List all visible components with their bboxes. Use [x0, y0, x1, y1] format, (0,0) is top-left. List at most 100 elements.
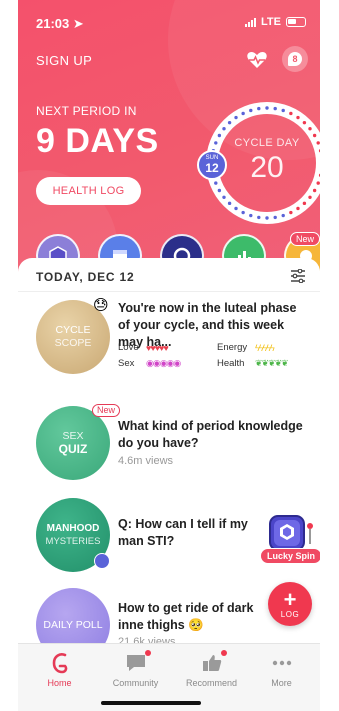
- cycle-day-dot: [312, 188, 317, 193]
- cycle-day-dot: [308, 195, 312, 199]
- thumbnail-text: DAILY POLL: [43, 618, 103, 631]
- daily-poll-thumbnail: DAILY POLL: [36, 588, 110, 648]
- cycle-day-dot: [257, 215, 261, 220]
- leaf-rating-icon: ❦❦❦❦❦: [255, 358, 289, 368]
- tab-home[interactable]: Home: [22, 652, 97, 696]
- cycle-day-dot: [302, 201, 307, 206]
- cycle-day-dot: [265, 216, 269, 220]
- cycle-day-dot: [312, 133, 317, 138]
- cycle-day-dot: [308, 127, 312, 131]
- cycle-day-dot: [214, 141, 218, 145]
- cycle-day-dot: [241, 111, 245, 116]
- app-screen: 21:03 ➤ LTE SIGN UP 8 NEXT PERIOD IN 9 D…: [18, 0, 320, 711]
- lucky-spin-label[interactable]: Lucky Spin: [259, 548, 320, 564]
- network-type: LTE: [261, 16, 281, 28]
- metric-label: Sex: [118, 358, 135, 369]
- cycle-day-dot: [265, 106, 269, 110]
- thumbnail-text: QUIZ: [58, 442, 88, 456]
- cycle-day-dot: [316, 181, 320, 185]
- cycle-day-dot: [227, 120, 232, 125]
- cycle-day-dot: [296, 206, 300, 211]
- signal-icon: [245, 17, 257, 27]
- cycle-day-dot: [222, 195, 226, 199]
- heart-rating-icon: ♥♥♥♥♥: [146, 342, 169, 353]
- cycle-day-dot: [273, 106, 277, 111]
- tab-label: Recommend: [185, 678, 238, 688]
- cycle-day-dot: [289, 210, 293, 215]
- cycle-header: 21:03 ➤ LTE SIGN UP 8 NEXT PERIOD IN 9 D…: [18, 0, 320, 290]
- messages-count: 8: [288, 52, 302, 66]
- tab-label: More: [271, 678, 292, 688]
- card-title: Q: How can I tell if my man STI?: [118, 517, 248, 548]
- cycle-day-dot: [296, 115, 300, 120]
- lightning-rating-icon: ϟϟϟϟϟ: [255, 342, 275, 353]
- new-badge: New: [92, 404, 121, 417]
- filter-settings-icon[interactable]: [290, 269, 306, 283]
- card-title: How to get ride of dark inne thighs 🥺: [118, 601, 254, 632]
- cycle-day-dot: [289, 111, 293, 116]
- cycle-day-dot: [234, 206, 238, 211]
- cycle-day-dot: [273, 215, 277, 220]
- location-arrow-icon: ➤: [72, 16, 84, 31]
- cycle-day-dot: [214, 181, 218, 185]
- metric-energy: Energy ϟϟϟϟϟ: [217, 342, 275, 353]
- home-icon: [50, 652, 70, 674]
- cycle-day-dot: [316, 141, 320, 145]
- tab-community[interactable]: Community: [98, 650, 173, 696]
- cycle-day-dot: [217, 188, 222, 193]
- cycle-day-dot: [227, 201, 232, 206]
- cycle-day-dot: [281, 213, 285, 218]
- today-date-label: TODAY, DEC 12: [36, 270, 135, 284]
- status-bar: 21:03 ➤ LTE: [36, 14, 306, 34]
- cycle-day-dot: [302, 120, 307, 125]
- sex-quiz-thumbnail: SEX QUIZ: [36, 406, 110, 480]
- notification-dot: [220, 650, 227, 656]
- tab-more[interactable]: More: [244, 652, 319, 696]
- day-number: 12: [205, 161, 219, 175]
- metric-sex: Sex ◉◉◉◉◉: [118, 358, 181, 369]
- cycle-day-dot: [281, 108, 285, 113]
- current-date-badge: SUN 12: [197, 150, 227, 180]
- sign-up-link[interactable]: SIGN UP: [36, 53, 92, 68]
- messages-button[interactable]: 8: [282, 46, 308, 72]
- card-title: What kind of period knowledge do you hav…: [118, 419, 303, 450]
- tab-recommend[interactable]: Recommend: [174, 650, 249, 696]
- feed-header: TODAY, DEC 12: [36, 268, 308, 286]
- cycle-day-dot: [249, 108, 253, 113]
- cycle-day-dot: [249, 213, 253, 218]
- tab-label: Home: [47, 678, 72, 688]
- metric-label: Love: [118, 342, 139, 353]
- status-time: 21:03 ➤: [36, 16, 84, 31]
- heart-pulse-icon[interactable]: [246, 50, 268, 70]
- cycle-day-dot: [222, 127, 226, 131]
- metric-label: Health: [217, 358, 245, 369]
- cycle-day-dot: [257, 106, 261, 111]
- new-badge: New: [290, 232, 320, 246]
- community-icon: [125, 650, 151, 674]
- home-indicator: [101, 701, 201, 705]
- metric-label: Energy: [217, 342, 248, 353]
- thumbnail-text: MYSTERIES: [45, 536, 101, 547]
- metric-health: Health ❦❦❦❦❦: [217, 358, 289, 369]
- next-period-label: NEXT PERIOD IN: [36, 104, 137, 118]
- thumbnail-text: SCOPE: [54, 337, 92, 349]
- next-period-countdown: 9 DAYS: [36, 122, 159, 160]
- more-icon: [271, 652, 293, 674]
- cycle-day-dot: [217, 133, 222, 138]
- recommend-icon: [201, 650, 227, 674]
- thumbnail-text: MANHOOD: [46, 523, 100, 534]
- lips-rating-icon: ◉◉◉◉◉: [146, 358, 181, 368]
- battery-icon: [286, 17, 306, 27]
- log-button-label: LOG: [280, 609, 300, 619]
- cycle-day-dot: [241, 210, 245, 215]
- health-log-button[interactable]: HEALTH LOG: [36, 177, 141, 205]
- log-button[interactable]: + LOG: [268, 582, 312, 626]
- tab-label: Community: [112, 678, 159, 688]
- cycle-ring-track: [206, 102, 320, 224]
- divider: [18, 291, 320, 292]
- notification-dot: [144, 650, 151, 656]
- view-count: 4.6m views: [118, 455, 174, 467]
- cycle-day-dot: [234, 115, 238, 120]
- verified-badge-icon: [94, 553, 110, 569]
- sweat-emoji-icon: 😓: [93, 297, 109, 314]
